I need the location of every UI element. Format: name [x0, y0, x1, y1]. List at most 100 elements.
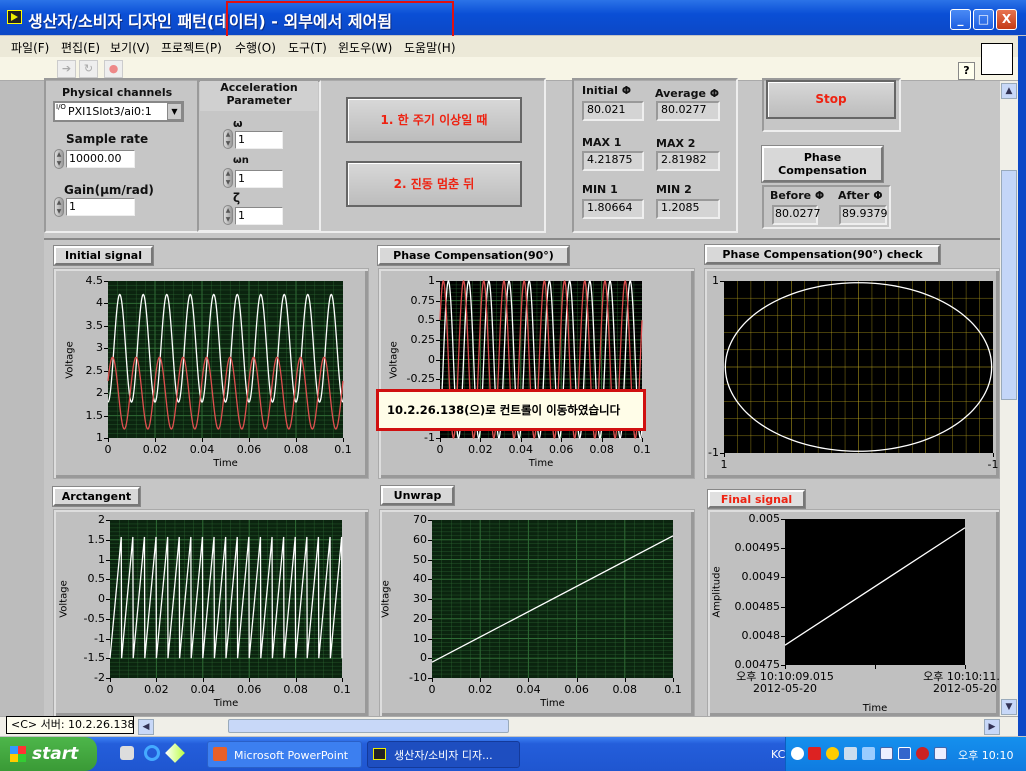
- taskbar-labview-label: 생산자/소비자 디자...: [394, 749, 493, 762]
- physical-channels-value: PXI1Slot3/ai0:1: [68, 105, 152, 118]
- max2-label: MAX 2: [656, 137, 696, 150]
- zeta-stepper[interactable]: ▲ ▼: [223, 205, 233, 225]
- tray-pen-icon[interactable]: [844, 747, 857, 760]
- final-xtick-label: 오후 10:10:09.015 2012-05-20: [736, 670, 834, 695]
- menu-tools[interactable]: 도구(T): [288, 39, 327, 56]
- omega-stepper[interactable]: ▲ ▼: [223, 129, 233, 149]
- sample-rate-stepper[interactable]: ▲ ▼: [54, 149, 64, 169]
- scroll-down-arrow-icon[interactable]: ▼: [1001, 699, 1017, 715]
- omega-input[interactable]: 1: [235, 131, 283, 149]
- unwrap-y-axis-label: Voltage: [380, 580, 392, 618]
- unwrap-xtick-label: 0.04: [516, 683, 541, 696]
- phasecomp-xtick-label: 0.1: [633, 443, 651, 456]
- initial-xtick-mark: [249, 438, 250, 442]
- final-ytick-label: 0.00495: [734, 541, 781, 555]
- arctan-ytick-label: -1: [94, 631, 105, 645]
- horizontal-scroll-thumb[interactable]: [228, 719, 509, 733]
- tray-gear-icon[interactable]: [826, 747, 839, 760]
- menu-window[interactable]: 윈도우(W): [338, 39, 392, 56]
- abort-icon[interactable]: ●: [104, 60, 123, 78]
- sample-rate-input[interactable]: 10000.00: [66, 150, 135, 168]
- phasecomp-ytick-mark: [436, 339, 440, 341]
- scroll-up-arrow-icon[interactable]: ▲: [1001, 83, 1017, 99]
- max1-label: MAX 1: [582, 136, 622, 149]
- menu-operate[interactable]: 수행(O): [235, 39, 276, 56]
- tray-network-icon[interactable]: [862, 747, 875, 760]
- menu-project[interactable]: 프로젝트(P): [161, 39, 222, 56]
- tray-app-icon[interactable]: [808, 747, 821, 760]
- phasecomp-xtick-label: 0.04: [508, 443, 534, 456]
- arctan-x-axis-label: Time: [213, 698, 239, 709]
- max2-value: 2.81982: [656, 151, 720, 171]
- one-period-button[interactable]: 1. 한 주기 이상일 때: [346, 97, 522, 143]
- menu-edit[interactable]: 편집(E): [61, 39, 100, 56]
- unwrap-xtick-mark: [673, 678, 674, 682]
- quicklaunch-desktop-icon[interactable]: [120, 746, 134, 760]
- unwrap-xtick-label: 0.06: [564, 683, 589, 696]
- context-help-button[interactable]: ?: [958, 62, 975, 80]
- vertical-scroll-thumb[interactable]: [1001, 170, 1017, 400]
- unwrap-ytick-label: 20: [413, 611, 427, 625]
- scroll-left-arrow-icon[interactable]: ◀: [138, 719, 154, 735]
- initial-ytick-mark: [104, 393, 108, 395]
- gain-stepper[interactable]: ▲ ▼: [54, 197, 64, 217]
- phasecomp-xtick-mark: [520, 438, 522, 442]
- average-phi-value: 80.0277: [656, 101, 720, 121]
- taskbar-labview-window[interactable]: 생산자/소비자 디자...: [367, 741, 520, 768]
- unwrap-x-axis-label: Time: [540, 698, 565, 709]
- unwrap-xtick-label: 0: [428, 683, 436, 696]
- menu-view[interactable]: 보기(V): [110, 39, 150, 56]
- tray-display-icon[interactable]: [934, 747, 947, 760]
- omega-n-label: ωn: [233, 155, 249, 166]
- minimize-button[interactable]: _: [950, 9, 971, 30]
- run-continuously-icon[interactable]: ↻: [79, 60, 98, 78]
- unwrap-ytick-mark: [428, 638, 432, 640]
- unwrap-xtick-mark: [432, 678, 433, 682]
- arctan-ytick-label: -1.5: [83, 651, 105, 665]
- phase-compensation-title: Phase Compensation(90°): [377, 245, 570, 266]
- initial-xtick-label: 0.08: [283, 443, 309, 456]
- taskbar-powerpoint-label: Microsoft PowerPoint: [234, 749, 349, 762]
- divider: [44, 238, 1000, 240]
- taskbar-powerpoint[interactable]: Microsoft PowerPoint: [207, 741, 362, 768]
- xycheck-ytick-mark: [720, 281, 724, 282]
- tray-monitor-icon[interactable]: [898, 747, 911, 760]
- labview-app-icon: [7, 10, 22, 24]
- min2-label: MIN 2: [656, 183, 692, 196]
- tray-window-icon[interactable]: [880, 747, 893, 760]
- initial-ytick-label: 4: [96, 296, 103, 310]
- initial-xtick-mark: [202, 438, 203, 442]
- chevron-down-icon[interactable]: ▼: [167, 103, 182, 120]
- gain-input[interactable]: 1: [66, 198, 135, 216]
- final-ytick-mark: [781, 606, 785, 608]
- initial-ytick-mark: [104, 348, 108, 350]
- initial-signal-title: Initial signal: [53, 245, 154, 266]
- omega-n-input[interactable]: 1: [235, 170, 283, 188]
- phase-compensation-button[interactable]: Phase Compensation: [761, 145, 884, 183]
- omega-n-stepper[interactable]: ▲ ▼: [223, 168, 233, 188]
- physical-channels-field[interactable]: I/O PXI1Slot3/ai0:1 ▼: [53, 101, 184, 122]
- maximize-button[interactable]: □: [973, 9, 994, 30]
- run-arrow-icon[interactable]: ➔: [57, 60, 76, 78]
- menu-file[interactable]: 파일(F): [11, 39, 49, 56]
- tray-expand-icon[interactable]: [791, 747, 804, 760]
- xycheck-xtick-label: -1: [987, 458, 999, 471]
- scroll-right-arrow-icon[interactable]: ▶: [984, 719, 1000, 735]
- phase-check-title: Phase Compensation(90°) check: [704, 244, 941, 265]
- arctan-xtick-label: 0.06: [236, 683, 262, 696]
- vibration-stopped-button[interactable]: 2. 진동 멈춘 뒤: [346, 161, 522, 207]
- xycheck-ytick-label: 1: [712, 274, 719, 287]
- language-indicator[interactable]: KC: [771, 748, 785, 761]
- arctan-ytick-label: -0.5: [83, 611, 105, 625]
- zeta-input[interactable]: 1: [235, 207, 283, 225]
- arctan-ytick-mark: [106, 618, 110, 620]
- menu-help[interactable]: 도움말(H): [404, 39, 456, 56]
- tray-shield-icon[interactable]: [916, 747, 929, 760]
- initial-xtick-mark: [155, 438, 156, 442]
- sample-rate-label: Sample rate: [66, 132, 149, 146]
- stop-button[interactable]: Stop: [766, 80, 896, 119]
- close-button[interactable]: X: [996, 9, 1017, 30]
- arctan-xtick-mark: [295, 678, 297, 682]
- internet-explorer-icon[interactable]: [144, 745, 160, 761]
- phasecomp-xtick-label: 0.08: [589, 443, 614, 456]
